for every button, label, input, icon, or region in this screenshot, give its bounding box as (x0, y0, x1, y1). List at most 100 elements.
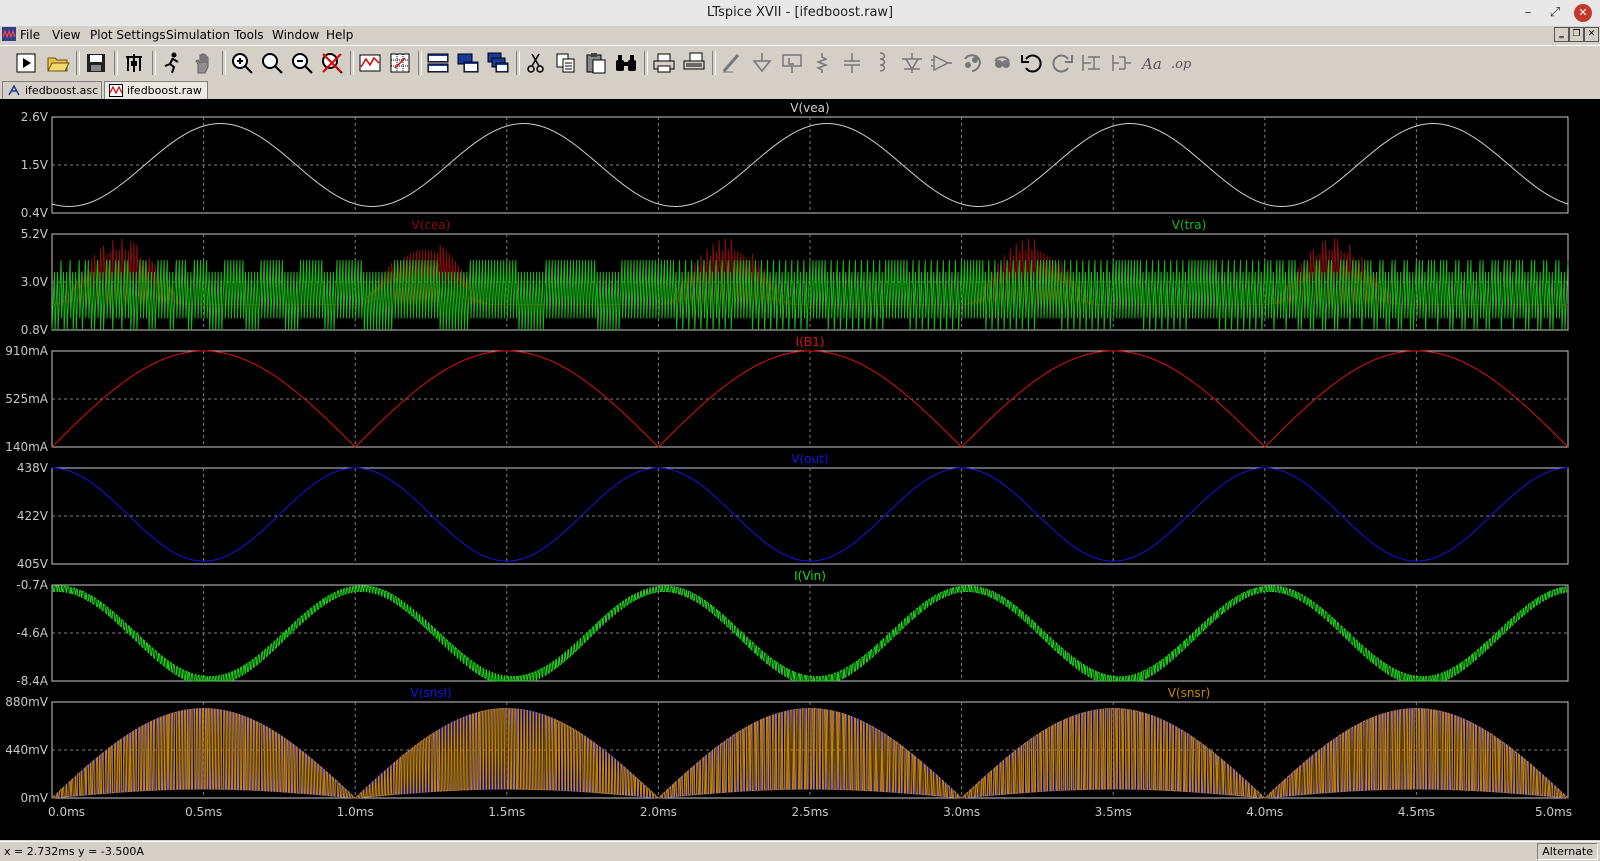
pane-6[interactable]: 880mV 440mV 0mV V(snsl) V(snsr) (5, 686, 1569, 805)
ltspice-app-icon (2, 27, 16, 41)
y-tick-label: 5.2V (21, 227, 49, 241)
pane-5[interactable]: -0.7A -4.6A -8.4A I(Vin) (16, 569, 1569, 688)
paste-icon[interactable] (582, 50, 610, 76)
control-panel-icon[interactable] (120, 50, 148, 76)
trace-label[interactable]: V(tra) (1172, 218, 1207, 232)
run-man-icon[interactable] (158, 50, 186, 76)
drag-icon[interactable] (1108, 50, 1136, 76)
zoom-out-icon[interactable] (288, 50, 316, 76)
y-tick-label: 0.4V (21, 206, 49, 220)
text-icon[interactable]: Aa (1138, 50, 1166, 76)
y-tick-label: 880mV (5, 695, 49, 709)
pane-2[interactable]: 5.2V 3.0V 0.8V V(cea) V(tra) (21, 218, 1569, 337)
cut-icon[interactable] (522, 50, 550, 76)
redo-icon[interactable] (1048, 50, 1076, 76)
halt-hand-icon[interactable] (190, 50, 218, 76)
ground-icon[interactable] (748, 50, 776, 76)
component-icon[interactable] (928, 50, 956, 76)
mdi-close-button[interactable]: ✕ (1584, 27, 1599, 42)
cursor-readout: x = 2.732ms y = -3.500A (4, 845, 144, 858)
waveform-plot[interactable]: 2.6V 1.5V 0.4V V(vea) 5.2V 3.0V 0.8V V(cea) V(tr… (0, 99, 1600, 840)
run-icon[interactable] (12, 50, 40, 76)
mdi-restore-button[interactable]: ❐ (1569, 27, 1584, 42)
x-tick-label: 1.5ms (488, 805, 525, 819)
menu-help[interactable]: Help (326, 28, 353, 42)
spice-directive-icon[interactable]: .op (1168, 50, 1196, 76)
print-setup-icon[interactable] (680, 50, 708, 76)
menu-window[interactable]: Window (272, 28, 319, 42)
tab-waveform[interactable]: ifedboost.raw (104, 81, 208, 99)
copy-icon[interactable] (552, 50, 580, 76)
diode-icon[interactable] (898, 50, 926, 76)
zoom-cancel-icon[interactable] (318, 50, 346, 76)
move-icon[interactable] (1078, 50, 1106, 76)
y-tick-label: 0mV (20, 791, 48, 805)
autorange-icon[interactable] (356, 50, 384, 76)
print-icon[interactable] (650, 50, 678, 76)
x-tick-label: 4.5ms (1398, 805, 1435, 819)
trace-label[interactable]: I(Vin) (794, 569, 826, 583)
find-icon[interactable] (612, 50, 640, 76)
pane-1[interactable]: 2.6V 1.5V 0.4V V(vea) (21, 101, 1569, 220)
y-tick-label: 910mA (5, 344, 49, 358)
trace-label[interactable]: V(cea) (412, 218, 451, 232)
tab-schematic[interactable]: ifedboost.asc (2, 81, 102, 99)
minimize-button[interactable]: – (1518, 3, 1538, 23)
trace-label[interactable]: V(vea) (790, 101, 829, 115)
capacitor-icon[interactable] (838, 50, 866, 76)
x-tick-label: 2.0ms (640, 805, 677, 819)
label-net-icon[interactable] (778, 50, 806, 76)
close-button[interactable]: ✕ (1574, 4, 1592, 22)
trace-label[interactable]: V(out) (791, 452, 828, 466)
maximize-button[interactable]: ⤢ (1545, 3, 1565, 23)
y-tick-label: 440mV (5, 743, 49, 757)
trace-label[interactable]: V(snsl) (410, 686, 451, 700)
pane-3[interactable]: 910mA 525mA 140mA I(B1) (5, 335, 1569, 454)
tile-horizontal-icon[interactable] (424, 50, 452, 76)
waveform-icon (109, 84, 123, 97)
status-bar: x = 2.732ms y = -3.500A Alternate (0, 841, 1600, 861)
resistor-icon[interactable] (808, 50, 836, 76)
cascade-icon[interactable] (484, 50, 512, 76)
pane-4[interactable]: 438V 422V 405V V(out) (17, 452, 1569, 571)
menu-simulation[interactable]: Simulation (166, 28, 230, 42)
wire-icon[interactable] (718, 50, 746, 76)
x-tick-label: 1.0ms (337, 805, 374, 819)
menu-file[interactable]: File (20, 28, 40, 42)
schematic-icon (8, 84, 20, 96)
x-tick-label: 4.0ms (1246, 805, 1283, 819)
zoom-in-icon[interactable] (228, 50, 256, 76)
zoom-fit-icon[interactable] (258, 50, 286, 76)
y-tick-label: 438V (17, 461, 49, 475)
tile-vertical-icon[interactable] (454, 50, 482, 76)
waveform-viewer[interactable]: 2.6V 1.5V 0.4V V(vea) 5.2V 3.0V 0.8V V(cea) V(tr… (0, 99, 1600, 840)
y-tick-label: 1.5V (21, 158, 49, 172)
x-tick-label: 0.5ms (185, 805, 222, 819)
x-tick-label: 3.5ms (1095, 805, 1132, 819)
toolbar: Aa .op (0, 45, 1600, 81)
grid-icon[interactable] (386, 50, 414, 76)
svg-text:.op: .op (1171, 57, 1192, 72)
mdi-minimize-button[interactable]: ‗ (1554, 27, 1569, 42)
x-tick-label: 2.5ms (791, 805, 828, 819)
menu-view[interactable]: View (52, 28, 80, 42)
undo-icon[interactable] (1018, 50, 1046, 76)
x-tick-label: 3.0ms (943, 805, 980, 819)
menu-plot-settings[interactable]: Plot Settings (90, 28, 166, 42)
menu-tools[interactable]: Tools (234, 28, 264, 42)
rotate-icon[interactable] (958, 50, 986, 76)
y-tick-label: -8.4A (16, 674, 48, 688)
window-title: LTspice XVII - [ifedboost.raw] (706, 5, 894, 20)
inductor-icon[interactable] (868, 50, 896, 76)
trace-label[interactable]: V(snsr) (1168, 686, 1211, 700)
open-icon[interactable] (44, 50, 72, 76)
y-tick-label: -4.6A (16, 626, 48, 640)
trace-label[interactable]: I(B1) (796, 335, 825, 349)
y-tick-label: 422V (17, 509, 49, 523)
x-tick-label: 5.0ms (1535, 805, 1572, 819)
trace-vsnsr[interactable] (51, 708, 1569, 799)
document-tabs: ifedboost.asc ifedboost.raw (0, 80, 1600, 99)
mirror-icon[interactable] (988, 50, 1016, 76)
save-icon[interactable] (82, 50, 110, 76)
y-tick-label: 405V (17, 557, 49, 571)
